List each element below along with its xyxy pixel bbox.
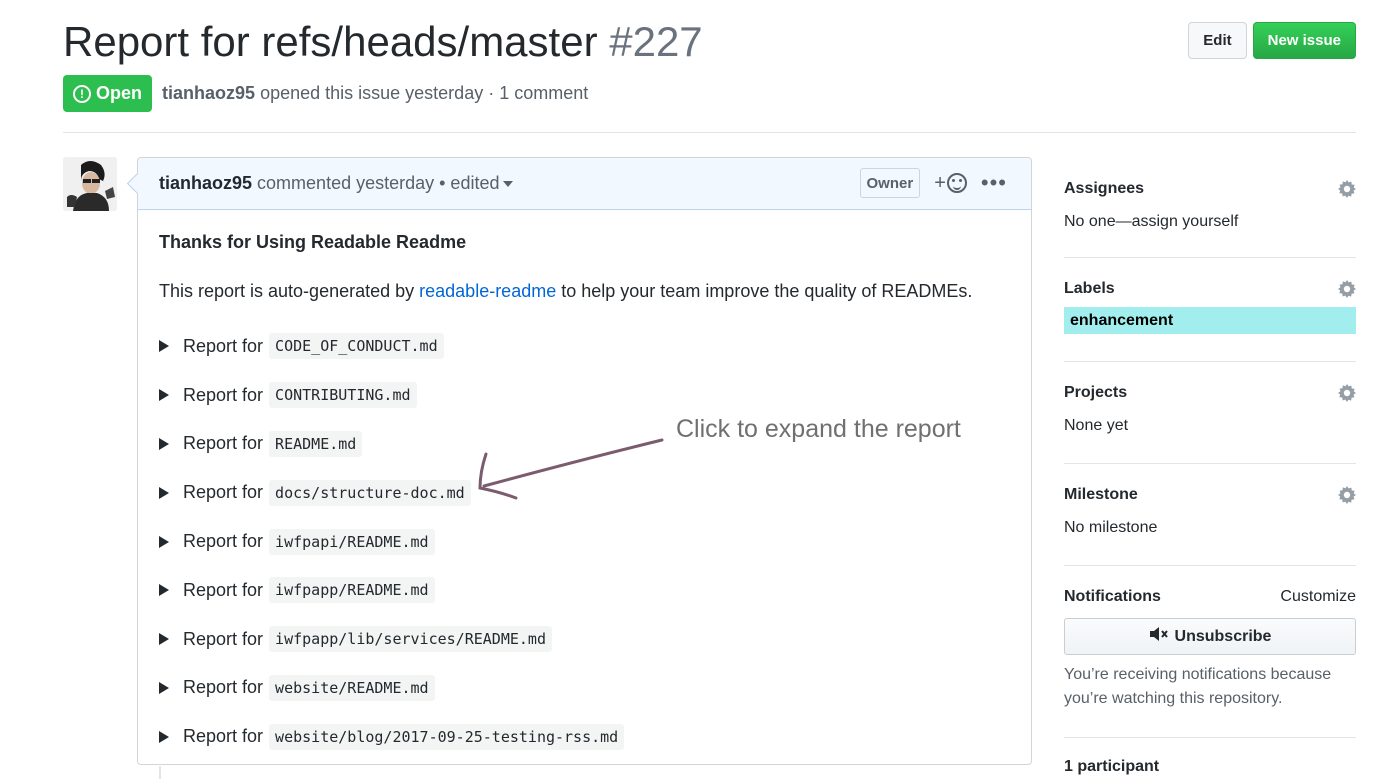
assignees-title: Assignees (1064, 180, 1145, 197)
intro-text-before: This report is auto-generated by (159, 281, 420, 301)
plus-icon: + (934, 171, 946, 194)
disclosure-triangle-icon (159, 389, 169, 402)
unsubscribe-label: Unsubscribe (1174, 627, 1272, 645)
report-prefix: Report for (183, 482, 264, 503)
comment-body-title: Thanks for Using Readable Readme (159, 232, 467, 252)
disclosure-triangle-icon (159, 437, 169, 450)
label-enhancement[interactable]: enhancement (1064, 307, 1356, 334)
sidebar-participants: 1 participant (1064, 738, 1356, 776)
report-filename: website/blog/2017-09-25-testing-rss.md (269, 723, 625, 750)
report-list: Report for CODE_OF_CONDUCT.md Report for CO… (159, 322, 1010, 761)
sidebar-projects[interactable]: Projects None yet (1064, 362, 1356, 464)
edit-button[interactable]: Edit (1188, 22, 1247, 59)
comment-intro: This report is auto-generated by readabl… (159, 281, 1010, 302)
gear-icon[interactable] (1338, 280, 1356, 298)
report-prefix: Report for (183, 384, 264, 405)
comment-meta: tianhaoz95 commented yesterday • edited (159, 173, 514, 194)
issue-author-link[interactable]: tianhaoz95 (162, 83, 255, 103)
report-prefix: Report for (183, 579, 264, 600)
issue-meta: ! Open tianhaoz95 opened this issue yest… (63, 75, 588, 112)
projects-title: Projects (1064, 384, 1128, 401)
issue-number: #227 (609, 18, 703, 65)
report-filename: CONTRIBUTING.md (269, 382, 417, 409)
disclosure-triangle-icon (159, 681, 169, 694)
issue-opened-icon: ! (73, 84, 91, 103)
labels-title: Labels (1064, 280, 1115, 297)
comment-actions: Owner + ••• (859, 168, 1007, 198)
notifications-title: Notifications (1064, 588, 1161, 605)
issue-title: Report for refs/heads/master #227 (63, 16, 1356, 68)
report-filename: iwfpapp/lib/services/README.md (269, 626, 552, 653)
avatar-image (63, 157, 117, 211)
assignees-value[interactable]: No one—assign yourself (1064, 213, 1356, 231)
report-summary-toggle[interactable]: Report for iwfpapp/lib/services/README.md (159, 615, 1010, 664)
smiley-icon (946, 173, 967, 193)
report-summary-toggle[interactable]: Report for iwfpapi/README.md (159, 517, 1010, 566)
sidebar-assignees[interactable]: Assignees No one—assign yourself (1064, 160, 1356, 258)
disclosure-triangle-icon (159, 633, 169, 646)
report-prefix: Report for (183, 531, 264, 552)
disclosure-triangle-icon (159, 340, 169, 353)
readable-readme-link[interactable]: readable-readme (419, 281, 556, 301)
customize-link[interactable]: Customize (1280, 588, 1356, 606)
chevron-down-icon[interactable] (503, 181, 514, 188)
gear-icon[interactable] (1338, 384, 1356, 402)
projects-value: None yet (1064, 417, 1129, 434)
comment-meta-text[interactable]: commented yesterday • edited (257, 173, 499, 193)
issue-header: Report for refs/heads/master #227 Edit N… (63, 16, 1356, 68)
issue-meta-text: tianhaoz95 opened this issue yesterday ·… (162, 83, 588, 104)
issue-sidebar: Assignees No one—assign yourself Labels … (1064, 160, 1356, 776)
report-summary-toggle[interactable]: Report for CODE_OF_CONDUCT.md (159, 322, 1010, 371)
report-summary-toggle[interactable]: Report for website/blog/2017-09-25-testin… (159, 712, 1010, 761)
gear-icon[interactable] (1338, 180, 1356, 198)
report-summary-toggle[interactable]: Report for CONTRIBUTING.md (159, 371, 1010, 420)
new-issue-button[interactable]: New issue (1252, 22, 1356, 59)
unsubscribe-button[interactable]: Unsubscribe (1064, 618, 1356, 655)
more-options-icon[interactable]: ••• (981, 172, 1007, 194)
issue-title-text: Report for refs/heads/master (63, 18, 598, 65)
milestone-value: No milestone (1064, 519, 1158, 536)
report-filename: docs/structure-doc.md (269, 479, 471, 506)
sidebar-labels[interactable]: Labels enhancement (1064, 258, 1356, 362)
timeline-line (159, 766, 161, 779)
sidebar-milestone[interactable]: Milestone No milestone (1064, 464, 1356, 566)
report-filename: iwfpapi/README.md (269, 528, 435, 555)
report-filename: website/README.md (269, 674, 435, 701)
comment-author-link[interactable]: tianhaoz95 (159, 173, 252, 193)
milestone-title: Milestone (1064, 486, 1138, 503)
mute-icon (1149, 626, 1169, 647)
participants-title: 1 participant (1064, 758, 1160, 775)
annotation-arrow-icon (478, 438, 664, 500)
notification-reason: You’re receiving notifications because y… (1064, 666, 1332, 707)
report-filename: README.md (269, 430, 363, 457)
report-summary-toggle[interactable]: Report for iwfpapp/README.md (159, 566, 1010, 615)
annotation-text: Click to expand the report (676, 415, 961, 443)
status-badge: ! Open (63, 75, 153, 112)
report-prefix: Report for (183, 335, 264, 356)
owner-badge: Owner (859, 168, 921, 198)
report-filename: CODE_OF_CONDUCT.md (269, 333, 444, 360)
report-filename: iwfpapp/README.md (269, 577, 435, 604)
report-prefix: Report for (183, 628, 264, 649)
header-divider (63, 132, 1356, 133)
report-prefix: Report for (183, 726, 264, 747)
add-reaction-button[interactable]: + (934, 172, 967, 195)
comment-header: tianhaoz95 commented yesterday • edited … (138, 158, 1031, 210)
disclosure-triangle-icon (159, 730, 169, 743)
disclosure-triangle-icon (159, 535, 169, 548)
report-prefix: Report for (183, 677, 264, 698)
disclosure-triangle-icon (159, 486, 169, 499)
report-summary-toggle[interactable]: Report for website/README.md (159, 664, 1010, 713)
status-label: Open (96, 83, 143, 103)
sidebar-notifications: Notifications Customize Unsubscribe You’… (1064, 566, 1356, 738)
issue-meta-detail: opened this issue yesterday · 1 comment (260, 83, 589, 103)
report-prefix: Report for (183, 433, 264, 454)
header-actions: Edit New issue (1188, 22, 1356, 59)
gear-icon[interactable] (1338, 486, 1356, 504)
avatar[interactable] (63, 157, 117, 211)
disclosure-triangle-icon (159, 584, 169, 597)
intro-text-after: to help your team improve the quality of… (556, 281, 973, 301)
